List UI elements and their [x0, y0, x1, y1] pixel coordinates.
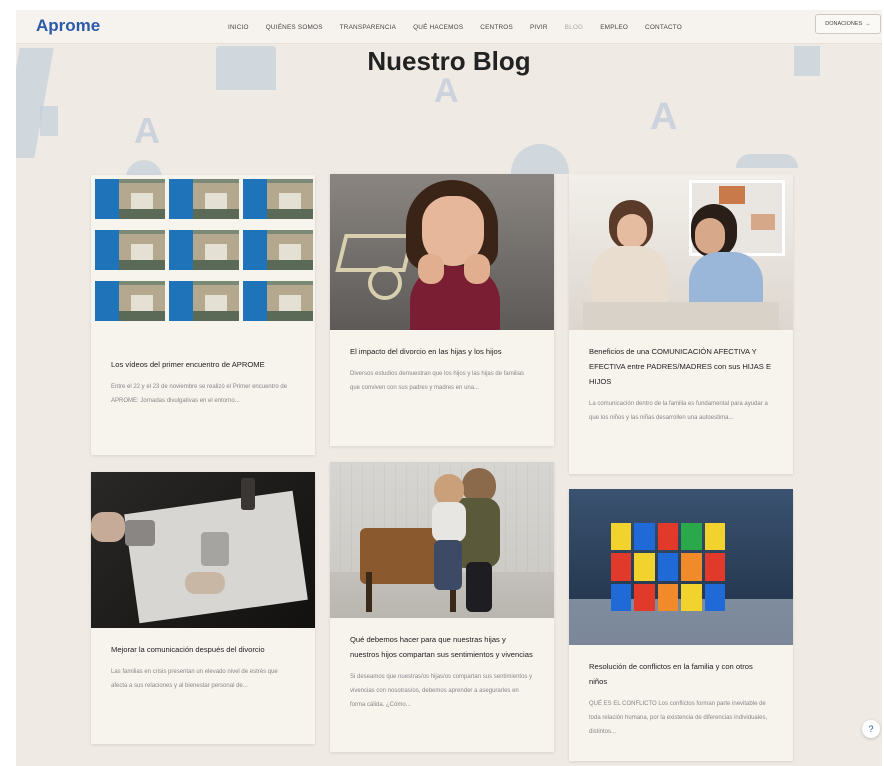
video-caption [243, 219, 313, 228]
post-image-coffee-table[interactable] [91, 472, 315, 628]
video-caption [243, 270, 313, 279]
post-excerpt: Si deseamos que nuestras/os hijas/os com… [350, 674, 533, 708]
donate-label: DONACIONES [825, 21, 863, 27]
video-caption [95, 321, 165, 330]
nav-item-pivir[interactable]: PIVIR [530, 24, 548, 31]
card-body: Qué debemos hacer para que nuestras hija… [330, 618, 554, 724]
nav-item-que-hacemos[interactable]: QUÉ HACEMOS [413, 24, 463, 31]
nav-item-centros[interactable]: CENTROS [480, 24, 513, 31]
video-caption [95, 270, 165, 279]
blog-card-videos[interactable]: Los vídeos del primer encuentro de APROM… [91, 175, 315, 455]
video-thumbnail[interactable] [95, 281, 165, 321]
post-excerpt: Las familias en crisis presentan un elev… [111, 669, 278, 689]
post-excerpt: Entre el 22 y el 23 de noviembre se real… [111, 384, 288, 404]
decor-shape [736, 154, 798, 168]
post-image-mother-son-hug[interactable] [330, 462, 554, 618]
nav-item-empleo[interactable]: EMPLEO [600, 24, 628, 31]
card-body: El impacto del divorcio en las hijas y l… [330, 330, 554, 407]
video-thumbnail[interactable] [95, 179, 165, 219]
nav-item-transparencia[interactable]: TRANSPARENCIA [340, 24, 396, 31]
decor-shape [511, 144, 569, 174]
post-image-sad-girl[interactable] [330, 174, 554, 330]
main-nav: INICIO QUIÉNES SOMOS TRANSPARENCIA QUÉ H… [228, 10, 682, 44]
decor-letter-a-icon: A [134, 110, 160, 151]
decor-letter-a-icon: A [434, 72, 459, 110]
video-caption [243, 321, 313, 330]
card-body: Los vídeos del primer encuentro de APROM… [91, 343, 315, 420]
blog-card-mejorar-comunicacion[interactable]: Mejorar la comunicación después del divo… [91, 472, 315, 744]
site-header: Aprome INICIO QUIÉNES SOMOS TRANSPARENCI… [16, 10, 882, 44]
post-excerpt: QUÉ ES EL CONFLICTO Los conflictos forma… [589, 701, 768, 735]
video-thumbnail[interactable] [243, 281, 313, 321]
card-body: Mejorar la comunicación después del divo… [91, 628, 315, 705]
video-caption [169, 219, 239, 228]
help-icon[interactable]: ? [862, 720, 880, 738]
post-title[interactable]: Beneficios de una COMUNICACIÓN AFECTIVA … [589, 344, 773, 389]
page-title: Nuestro Blog [367, 46, 531, 76]
videos-grid-image[interactable] [91, 175, 315, 343]
card-body: Resolución de conflictos en la familia y… [569, 645, 793, 751]
video-thumbnail[interactable] [169, 230, 239, 270]
decor-letter-a-icon: A [650, 96, 678, 138]
post-title[interactable]: Qué debemos hacer para que nuestras hija… [350, 632, 534, 662]
post-excerpt: La comunicación dentro de la familia es … [589, 401, 768, 421]
donate-button[interactable]: DONACIONES → [815, 14, 881, 34]
video-thumbnail[interactable] [243, 179, 313, 219]
decor-shape [40, 106, 58, 136]
arrow-right-icon: → [865, 21, 871, 27]
video-thumbnail[interactable] [169, 281, 239, 321]
post-title[interactable]: Los vídeos del primer encuentro de APROM… [111, 357, 295, 372]
nav-item-contacto[interactable]: CONTACTO [645, 24, 682, 31]
blog-card-comunicacion-afectiva[interactable]: Beneficios de una COMUNICACIÓN AFECTIVA … [569, 174, 793, 474]
post-title[interactable]: El impacto del divorcio en las hijas y l… [350, 344, 534, 359]
nav-item-inicio[interactable]: INICIO [228, 24, 249, 31]
video-caption [169, 321, 239, 330]
blog-card-resolucion-conflictos[interactable]: Resolución de conflictos en la familia y… [569, 489, 793, 761]
post-excerpt: Diversos estudios demuestran que los hij… [350, 371, 525, 391]
nav-item-blog[interactable]: BLOG [565, 24, 584, 31]
video-thumbnail[interactable] [243, 230, 313, 270]
video-caption [95, 219, 165, 228]
video-caption [169, 270, 239, 279]
video-thumbnail[interactable] [169, 179, 239, 219]
blog-card-divorcio-impacto[interactable]: El impacto del divorcio en las hijas y l… [330, 174, 554, 446]
page: A A A Aprome INICIO QUIÉNES SOMOS TRANSP… [16, 10, 882, 766]
video-thumbnail[interactable] [95, 230, 165, 270]
post-title[interactable]: Resolución de conflictos en la familia y… [589, 659, 773, 689]
card-body: Beneficios de una COMUNICACIÓN AFECTIVA … [569, 330, 793, 437]
blog-card-sentimientos[interactable]: Qué debemos hacer para que nuestras hija… [330, 462, 554, 752]
post-image-rubiks-cube[interactable] [569, 489, 793, 645]
nav-item-quienes-somos[interactable]: QUIÉNES SOMOS [266, 24, 323, 31]
post-title[interactable]: Mejorar la comunicación después del divo… [111, 642, 295, 657]
post-image-mother-daughter[interactable] [569, 174, 793, 330]
aprome-logo[interactable]: Aprome [36, 16, 100, 36]
